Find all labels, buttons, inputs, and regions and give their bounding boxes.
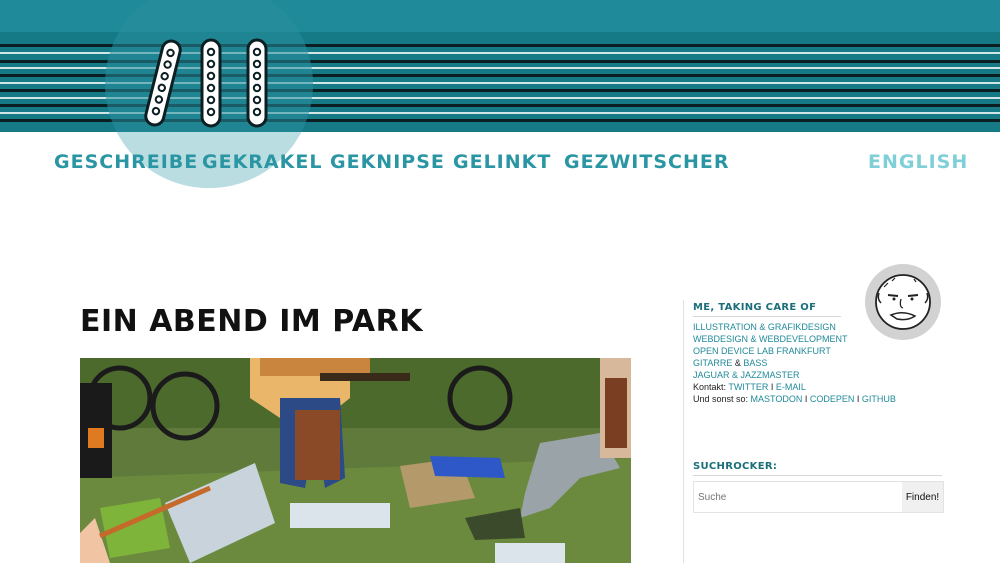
search-rule [693, 475, 942, 476]
search-input[interactable] [694, 482, 909, 512]
link-webdesign[interactable]: WEBDESIGN & WEBDEVELOPMENT [693, 334, 848, 344]
link-gitarre[interactable]: GITARRE [693, 358, 732, 368]
separator: I [854, 394, 862, 404]
link-twitter[interactable]: TWITTER [728, 382, 768, 392]
nav-item-gelinkt[interactable]: GELINKT [453, 150, 551, 174]
link-email[interactable]: E-MAIL [776, 382, 806, 392]
nav-item-geknipse[interactable]: GEKNIPSE [330, 150, 445, 174]
about-list: ILLUSTRATION & GRAFIKDESIGN WEBDESIGN & … [693, 321, 896, 405]
link-codepen[interactable]: CODEPEN [810, 394, 855, 404]
link-mastodon[interactable]: MASTODON [751, 394, 803, 404]
main-nav: GESCHREIBE GEKRAKEL GEKNIPSE GELINKT GEZ… [0, 150, 1000, 178]
link-illustration[interactable]: ILLUSTRATION & GRAFIKDESIGN [693, 322, 836, 332]
link-jaguar-jazzmaster[interactable]: JAGUAR & JAZZMASTER [693, 370, 800, 380]
link-bass[interactable]: BASS [743, 358, 767, 368]
contact-label: Kontakt: [693, 382, 729, 392]
text-and: & [732, 358, 744, 368]
link-github[interactable]: GITHUB [862, 394, 896, 404]
separator: I [768, 382, 776, 392]
site-logo-icon[interactable] [140, 38, 280, 128]
nav-item-geschreibe[interactable]: GESCHREIBE [54, 150, 198, 174]
nav-item-gezwitscher[interactable]: GEZWITSCHER [564, 150, 729, 174]
article-photo[interactable] [80, 358, 631, 563]
sidebar-divider [683, 300, 684, 563]
about-heading: ME, TAKING CARE OF [693, 302, 817, 313]
about-rule [693, 316, 841, 317]
article-title: EIN ABEND IM PARK [80, 304, 423, 339]
nav-item-gekrakel[interactable]: GEKRAKEL [202, 150, 322, 174]
language-switch[interactable]: ENGLISH [868, 150, 968, 174]
search-form: Finden! [693, 481, 944, 513]
search-button[interactable]: Finden! [902, 482, 943, 512]
else-label: Und sonst so: [693, 394, 751, 404]
link-open-device-lab[interactable]: OPEN DEVICE LAB FRANKFURT [693, 346, 831, 356]
search-heading: SUCHROCKER: [693, 461, 778, 472]
separator: I [802, 394, 810, 404]
